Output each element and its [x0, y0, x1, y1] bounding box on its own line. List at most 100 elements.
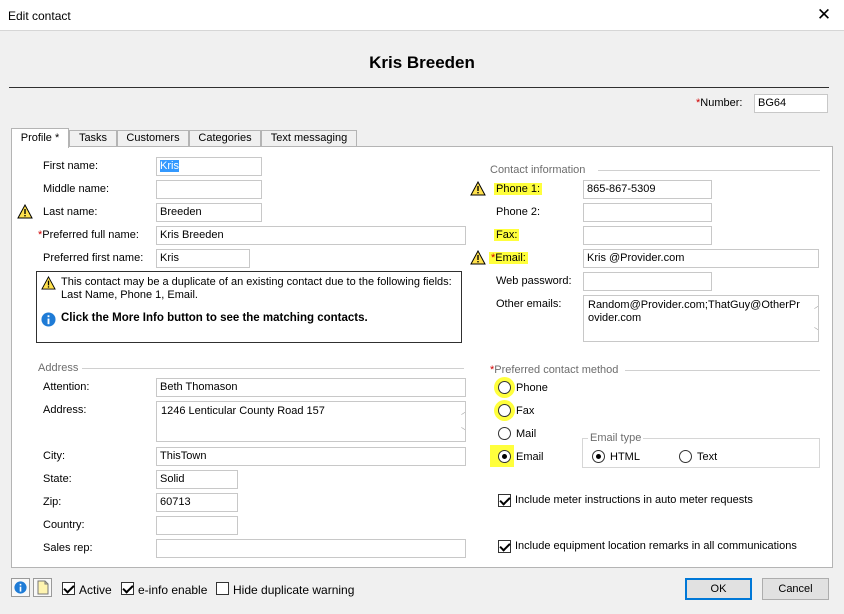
info-icon — [41, 312, 56, 327]
sales-rep-input[interactable] — [156, 539, 466, 558]
web-password-input[interactable] — [583, 272, 712, 291]
contact-fax-label: Fax — [516, 405, 535, 417]
preferred-first-name-input[interactable]: Kris — [156, 249, 250, 268]
warning-icon — [17, 204, 33, 219]
zip-label: Zip: — [43, 496, 62, 508]
phone2-input[interactable] — [583, 203, 712, 222]
country-input[interactable] — [156, 516, 238, 535]
contact-phone-label: Phone — [516, 382, 548, 394]
notes-button[interactable] — [33, 578, 52, 597]
duplicate-warning-box: This contact may be a duplicate of an ex… — [36, 271, 462, 343]
fax-input[interactable] — [583, 226, 712, 245]
equipment-remarks-label: Include equipment location remarks in al… — [515, 540, 797, 552]
number-input[interactable]: BG64 — [754, 94, 828, 113]
tab-tasks[interactable]: Tasks — [69, 130, 117, 147]
address-textarea[interactable]: 1246 Lenticular County Road 157 ︿﹀ — [156, 401, 466, 442]
state-label: State: — [43, 473, 72, 485]
other-emails-line1: Random@Provider.com;ThatGuy@OtherPr — [588, 299, 800, 311]
scroll-up-icon[interactable]: ︿ — [811, 299, 818, 312]
duplicate-warning-line1: This contact may be a duplicate of an ex… — [61, 276, 452, 288]
contact-info-group-label: Contact information — [490, 164, 586, 176]
address-value: 1246 Lenticular County Road 157 — [161, 405, 325, 417]
scroll-down-icon[interactable]: ﹀ — [458, 425, 465, 438]
last-name-input[interactable]: Breeden — [156, 203, 262, 222]
hide-duplicate-label: Hide duplicate warning — [233, 583, 355, 597]
phone2-label: Phone 2: — [496, 206, 541, 218]
contact-phone-radio[interactable] — [498, 381, 511, 394]
phone1-label: Phone 1: — [494, 183, 543, 195]
contact-mail-radio[interactable] — [498, 427, 511, 440]
zip-input[interactable]: 60713 — [156, 493, 238, 512]
window-title: Edit contact — [8, 9, 71, 23]
document-icon — [37, 580, 49, 595]
email-type-html-label: HTML — [610, 451, 640, 463]
more-info-text: Click the More Info button to see the ma… — [61, 312, 368, 324]
einfo-label: e-info enable — [138, 583, 208, 597]
meter-instructions-label: Include meter instructions in auto meter… — [515, 494, 753, 506]
email-type-group-label: Email type — [588, 432, 644, 444]
scroll-down-icon[interactable]: ﹀ — [811, 325, 818, 338]
tab-text-messaging[interactable]: Text messaging — [261, 130, 357, 147]
hide-duplicate-checkbox[interactable] — [216, 582, 229, 595]
web-password-label: Web password: — [496, 275, 572, 287]
duplicate-warning-line2: Last Name, Phone 1, Email. — [61, 289, 198, 301]
fax-label: Fax: — [494, 229, 520, 241]
scroll-up-icon[interactable]: ︿ — [458, 405, 465, 418]
tab-categories[interactable]: Categories — [189, 130, 261, 147]
tab-profile[interactable]: Profile * — [11, 128, 69, 148]
preferred-first-name-label: Preferred first name: — [43, 252, 144, 264]
other-emails-textarea[interactable]: Random@Provider.com;ThatGuy@OtherPr ovid… — [583, 295, 819, 342]
first-name-value: Kris — [160, 160, 179, 172]
attention-label: Attention: — [43, 381, 90, 393]
active-checkbox[interactable] — [62, 582, 75, 595]
email-type-html-radio[interactable] — [592, 450, 605, 463]
address-scrollbar[interactable]: ︿﹀ — [451, 402, 465, 441]
info-icon — [14, 581, 27, 594]
contact-mail-label: Mail — [516, 428, 537, 440]
contact-email-radio[interactable] — [498, 450, 511, 463]
meter-instructions-checkbox[interactable] — [498, 494, 511, 507]
tab-customers[interactable]: Customers — [117, 130, 189, 147]
address-group-label: Address — [38, 362, 79, 374]
warning-icon — [470, 181, 486, 196]
email-input[interactable]: Kris @Provider.com — [583, 249, 819, 268]
ok-button[interactable]: OK — [685, 578, 752, 600]
first-name-label: First name: — [43, 160, 99, 172]
cancel-button[interactable]: Cancel — [762, 578, 829, 600]
address-label: Address: — [43, 404, 87, 416]
city-input[interactable]: ThisTown — [156, 447, 466, 466]
middle-name-input[interactable] — [156, 180, 262, 199]
address-divider — [82, 368, 464, 369]
title-bar: Edit contact ✕ — [0, 0, 844, 31]
other-emails-line2: ovider.com — [588, 312, 642, 324]
first-name-input[interactable]: Kris — [156, 157, 262, 176]
preferred-full-name-label: *Preferred full name: — [38, 229, 139, 241]
phone1-input[interactable]: 865-867-5309 — [583, 180, 712, 199]
close-icon[interactable]: ✕ — [812, 4, 836, 26]
preferred-full-name-input[interactable]: Kris Breeden — [156, 226, 466, 245]
preferred-contact-group-label: *Preferred contact method — [490, 364, 619, 376]
last-name-label: Last name: — [43, 206, 98, 218]
header-divider — [9, 87, 829, 88]
equipment-remarks-checkbox[interactable] — [498, 540, 511, 553]
preferred-contact-divider — [625, 370, 820, 371]
country-label: Country: — [43, 519, 85, 531]
active-label: Active — [79, 583, 112, 597]
einfo-checkbox[interactable] — [121, 582, 134, 595]
email-label: *Email: — [489, 252, 528, 264]
state-input[interactable]: Solid — [156, 470, 238, 489]
number-label: *Number: — [696, 97, 743, 109]
info-button[interactable] — [11, 578, 30, 597]
email-type-text-label: Text — [697, 451, 718, 463]
middle-name-label: Middle name: — [43, 183, 110, 195]
contact-info-divider — [598, 170, 820, 171]
other-emails-scrollbar[interactable]: ︿﹀ — [804, 296, 818, 341]
warning-icon — [41, 276, 56, 290]
city-label: City: — [43, 450, 65, 462]
attention-input[interactable]: Beth Thomason — [156, 378, 466, 397]
email-type-text-radio[interactable] — [679, 450, 692, 463]
contact-email-label: Email — [516, 451, 544, 463]
contact-name-heading: Kris Breeden — [369, 53, 475, 72]
contact-fax-radio[interactable] — [498, 404, 511, 417]
other-emails-label: Other emails: — [496, 298, 562, 310]
